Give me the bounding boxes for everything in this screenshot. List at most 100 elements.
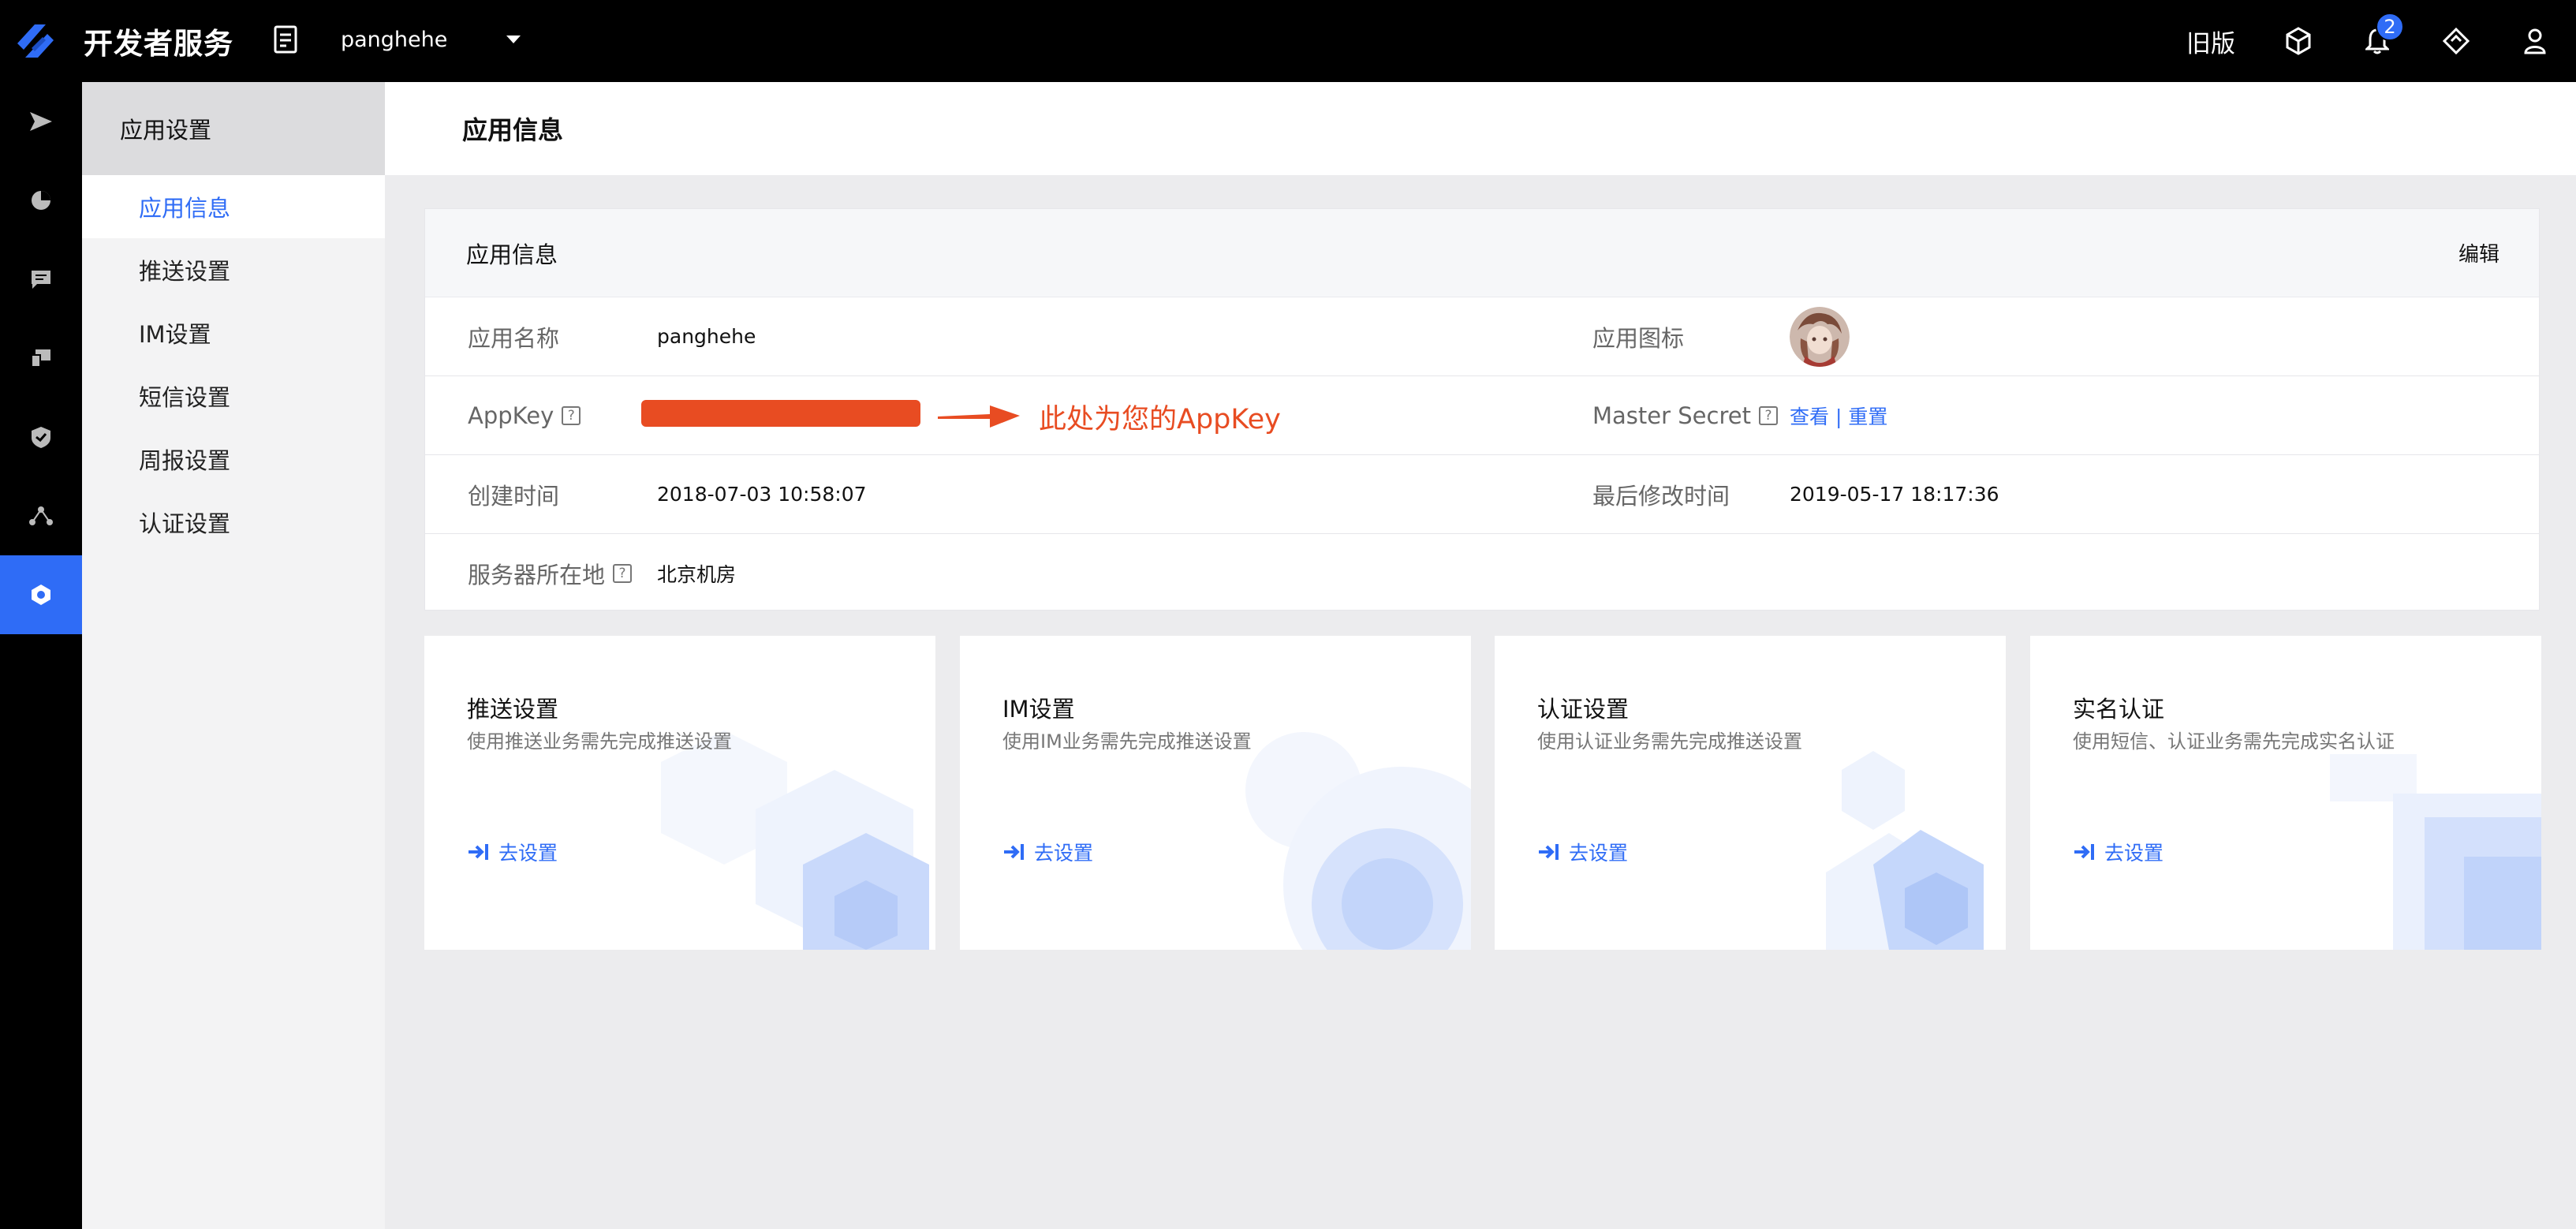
sidebar-item-im-settings[interactable]: IM设置 bbox=[82, 301, 385, 364]
app-icon-label: 应用图标 bbox=[1592, 324, 1685, 352]
sidebar-item-weekly-report[interactable]: 周报设置 bbox=[82, 428, 385, 491]
created-time-value: 2018-07-03 10:58:07 bbox=[657, 483, 867, 506]
login-arrow-icon bbox=[1004, 844, 1024, 860]
rail-item-im[interactable] bbox=[0, 240, 82, 319]
app-name-label: 应用名称 bbox=[468, 324, 560, 352]
help-icon[interactable]: ? bbox=[562, 405, 581, 425]
chat-icon bbox=[32, 271, 50, 289]
card-push-settings: 推送设置 使用推送业务需先完成推送设置 去设置 bbox=[424, 636, 935, 950]
cube-button[interactable] bbox=[2281, 24, 2316, 58]
info-row-server: 服务器所在地 ? 北京机房 bbox=[425, 534, 2539, 613]
info-row-name: 应用名称 panghehe 应用图标 bbox=[425, 297, 2539, 376]
card-description: 使用短信、认证业务需先完成实名认证 bbox=[2073, 730, 2395, 753]
server-location-label-group: 服务器所在地 ? bbox=[468, 557, 633, 590]
app-info-card: 应用信息 编辑 应用名称 panghehe 应用图标 AppKey ? 此处为您… bbox=[424, 208, 2540, 611]
brand-logo-icon bbox=[17, 24, 54, 58]
settings-sidebar: 应用设置 应用信息 推送设置 IM设置 短信设置 周报设置 认证设置 bbox=[82, 82, 385, 1229]
app-selector[interactable]: panghehe bbox=[341, 22, 522, 57]
appkey-redaction bbox=[641, 400, 920, 427]
card-description: 使用推送业务需先完成推送设置 bbox=[467, 730, 732, 753]
top-bar: 开发者服务 panghehe 旧版 2 bbox=[0, 0, 2576, 82]
go-settings-label: 去设置 bbox=[2104, 842, 2164, 865]
rail-item-push[interactable] bbox=[0, 82, 82, 161]
card-decoration bbox=[2330, 754, 2541, 950]
created-time-label: 创建时间 bbox=[468, 482, 560, 510]
appkey-label-group: AppKey ? bbox=[468, 402, 581, 429]
top-right-actions: 旧版 2 bbox=[2186, 0, 2576, 82]
user-icon bbox=[2524, 28, 2546, 54]
settings-hex-icon bbox=[32, 585, 50, 605]
icon-rail bbox=[0, 82, 82, 1229]
user-button[interactable] bbox=[2518, 24, 2552, 58]
login-arrow-icon bbox=[2074, 844, 2094, 860]
sidebar-section-title: 应用设置 bbox=[82, 82, 385, 175]
send-icon bbox=[30, 112, 52, 131]
edit-button[interactable]: 编辑 bbox=[2458, 238, 2499, 267]
server-location-label: 服务器所在地 bbox=[468, 562, 606, 588]
sidebar-item-auth-settings[interactable]: 认证设置 bbox=[82, 491, 385, 554]
card-real-name-auth: 实名认证 使用短信、认证业务需先完成实名认证 去设置 bbox=[2030, 636, 2541, 950]
old-version-link[interactable]: 旧版 bbox=[2186, 24, 2235, 59]
card-decoration bbox=[1245, 732, 1471, 950]
master-secret-label-group: Master Secret ? bbox=[1592, 402, 1778, 429]
go-settings-link[interactable]: 去设置 bbox=[1537, 838, 1628, 866]
go-settings-link[interactable]: 去设置 bbox=[2073, 838, 2163, 866]
help-icon[interactable]: ? bbox=[613, 564, 633, 583]
sidebar-item-sms-settings[interactable]: 短信设置 bbox=[82, 364, 385, 428]
login-arrow-icon bbox=[469, 844, 488, 860]
card-decoration bbox=[661, 730, 929, 950]
app-selector-value: panghehe bbox=[341, 27, 448, 52]
brand-title: 开发者服务 bbox=[84, 27, 233, 61]
info-row-time: 创建时间 2018-07-03 10:58:07 最后修改时间 2019-05-… bbox=[425, 455, 2539, 534]
card-title: 认证设置 bbox=[1537, 696, 1630, 723]
sidebar-item-app-info[interactable]: 应用信息 bbox=[82, 175, 385, 238]
page-title: 应用信息 bbox=[385, 82, 2576, 175]
modified-time-value: 2019-05-17 18:17:36 bbox=[1790, 483, 1999, 506]
document-icon[interactable] bbox=[273, 24, 300, 55]
help-icon[interactable]: ? bbox=[1758, 405, 1778, 425]
rail-item-sms[interactable] bbox=[0, 319, 82, 398]
diamond-button[interactable] bbox=[2439, 24, 2473, 58]
card-im-settings: IM设置 使用IM业务需先完成推送设置 去设置 bbox=[960, 636, 1471, 950]
shield-icon bbox=[32, 427, 50, 448]
diamond-icon bbox=[2442, 27, 2470, 55]
link-separator: | bbox=[1835, 405, 1842, 428]
app-name-value: panghehe bbox=[657, 325, 756, 348]
go-settings-link[interactable]: 去设置 bbox=[1002, 838, 1093, 866]
card-auth-settings: 认证设置 使用认证业务需先完成推送设置 去设置 bbox=[1495, 636, 2006, 950]
rail-item-share[interactable] bbox=[0, 476, 82, 555]
modified-time-label: 最后修改时间 bbox=[1592, 482, 1730, 510]
master-secret-actions: 查看 | 重置 bbox=[1790, 402, 1887, 430]
brand[interactable]: 开发者服务 bbox=[11, 16, 233, 66]
app-info-card-title: 应用信息 bbox=[466, 241, 558, 268]
nodes-icon bbox=[29, 506, 53, 525]
card-description: 使用认证业务需先完成推送设置 bbox=[1537, 730, 1802, 753]
go-settings-link[interactable]: 去设置 bbox=[467, 838, 558, 866]
appkey-label: AppKey bbox=[468, 402, 554, 429]
reset-secret-link[interactable]: 重置 bbox=[1848, 405, 1887, 428]
card-description: 使用IM业务需先完成推送设置 bbox=[1002, 730, 1252, 753]
sidebar-item-push-settings[interactable]: 推送设置 bbox=[82, 238, 385, 301]
card-title: 推送设置 bbox=[467, 696, 559, 723]
go-settings-label: 去设置 bbox=[1569, 842, 1629, 865]
appkey-annotation: 此处为您的AppKey bbox=[1039, 404, 1281, 435]
card-title: IM设置 bbox=[1002, 696, 1075, 723]
devices-icon bbox=[31, 349, 50, 368]
rail-item-settings[interactable] bbox=[0, 555, 82, 634]
go-settings-label: 去设置 bbox=[1034, 842, 1094, 865]
notification-badge: 2 bbox=[2376, 13, 2404, 41]
card-decoration bbox=[1826, 751, 1984, 950]
arrow-right-icon bbox=[938, 405, 1020, 428]
view-secret-link[interactable]: 查看 bbox=[1790, 405, 1829, 428]
rail-item-auth[interactable] bbox=[0, 398, 82, 476]
notification-button[interactable]: 2 bbox=[2360, 13, 2404, 58]
go-settings-label: 去设置 bbox=[498, 842, 558, 865]
chevron-down-icon bbox=[506, 35, 521, 43]
login-arrow-icon bbox=[1539, 844, 1559, 860]
info-row-appkey: AppKey ? 此处为您的AppKey Master Secret ? 查看 … bbox=[425, 376, 2539, 455]
app-info-card-header: 应用信息 编辑 bbox=[425, 209, 2539, 297]
server-location-value: 北京机房 bbox=[657, 563, 737, 586]
app-avatar[interactable] bbox=[1790, 307, 1850, 367]
cube-icon bbox=[2286, 27, 2311, 55]
rail-item-statistics[interactable] bbox=[0, 161, 82, 240]
